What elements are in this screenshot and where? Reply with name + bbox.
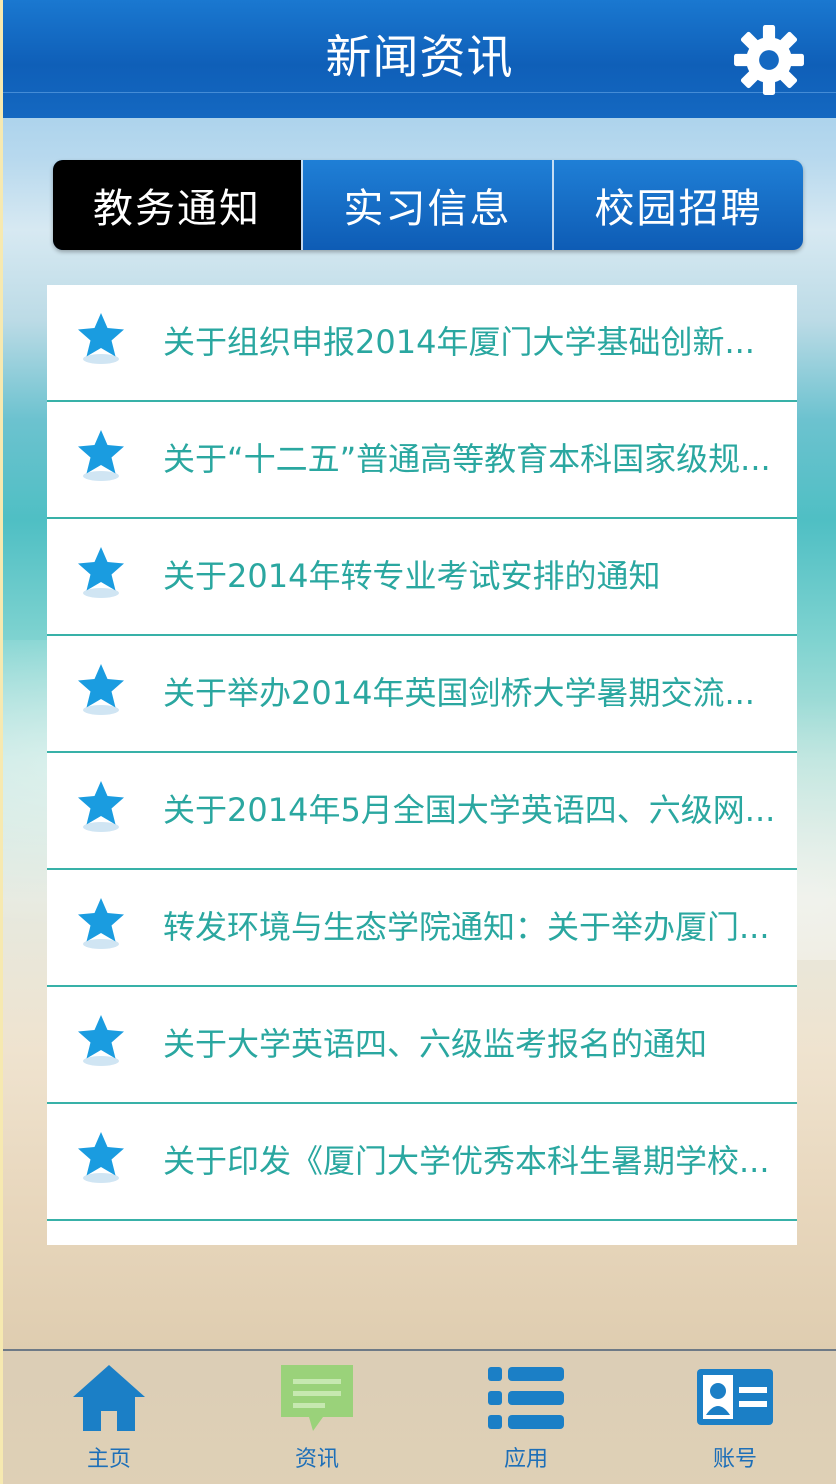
page-title: 新闻资讯: [325, 30, 514, 84]
news-title: 关于组织申报2014年厦门大学基础创新...: [163, 323, 755, 361]
star-icon: [73, 777, 129, 833]
tab-internship-info[interactable]: 实习信息: [301, 160, 552, 250]
news-title: 关于“十二五”普通高等教育本科国家级规...: [163, 440, 771, 478]
news-list-item[interactable]: 关于“十二五”普通高等教育本科国家级规...: [47, 402, 797, 519]
app-screen: 新闻资讯 教务通知 实习信息 校园招聘 关于组织申报2014年厦门大学基础创新.…: [3, 0, 836, 1484]
nav-home[interactable]: 主页: [29, 1351, 189, 1484]
home-icon: [73, 1365, 145, 1431]
nav-apps[interactable]: 应用: [446, 1351, 606, 1484]
news-list-item[interactable]: 关于2014年5月全国大学英语四、六级网...: [47, 753, 797, 870]
star-icon: [73, 660, 129, 716]
nav-apps-label: 应用: [503, 1447, 548, 1472]
star-icon: [73, 1128, 129, 1184]
nav-account[interactable]: 账号: [655, 1351, 815, 1484]
news-list-item[interactable]: 关于2014年转专业考试安排的通知: [47, 519, 797, 636]
star-icon: [73, 543, 129, 599]
star-icon: [73, 894, 129, 950]
nav-news[interactable]: 资讯: [237, 1351, 397, 1484]
news-list-item[interactable]: 关于印发《厦门大学优秀本科生暑期学校...: [47, 1104, 797, 1221]
star-icon: [73, 426, 129, 482]
tab-academic-notice[interactable]: 教务通知: [53, 160, 301, 250]
news-title: 关于举办2014年英国剑桥大学暑期交流...: [163, 674, 755, 712]
tab-campus-recruitment[interactable]: 校园招聘: [552, 160, 803, 250]
list-icon: [488, 1367, 564, 1429]
news-title: 关于2014年转专业考试安排的通知: [163, 557, 661, 595]
news-list: 关于组织申报2014年厦门大学基础创新... 关于“十二五”普通高等教育本科国家级…: [47, 285, 797, 1245]
news-list-item-partial[interactable]: [47, 1221, 797, 1245]
news-title: 关于大学英语四、六级监考报名的通知: [163, 1025, 708, 1063]
star-icon: [73, 1011, 129, 1067]
gear-icon[interactable]: [731, 22, 807, 98]
star-icon: [73, 309, 129, 365]
news-list-item[interactable]: 关于举办2014年英国剑桥大学暑期交流...: [47, 636, 797, 753]
header-bar: 新闻资讯: [3, 0, 836, 118]
news-title: 关于印发《厦门大学优秀本科生暑期学校...: [163, 1142, 770, 1180]
tab-bar: 教务通知 实习信息 校园招聘: [53, 160, 803, 250]
news-title: 转发环境与生态学院通知：关于举办厦门...: [163, 908, 770, 946]
news-title: 关于2014年5月全国大学英语四、六级网...: [163, 791, 776, 829]
nav-news-label: 资讯: [294, 1447, 339, 1472]
news-list-item[interactable]: 转发环境与生态学院通知：关于举办厦门...: [47, 870, 797, 987]
nav-home-label: 主页: [86, 1447, 131, 1472]
news-list-item[interactable]: 关于大学英语四、六级监考报名的通知: [47, 987, 797, 1104]
bottom-nav: 主页 资讯 应用 账号: [3, 1349, 836, 1484]
news-icon: [281, 1365, 353, 1431]
account-card-icon: [697, 1369, 773, 1425]
nav-account-label: 账号: [712, 1447, 757, 1472]
news-list-item[interactable]: 关于组织申报2014年厦门大学基础创新...: [47, 285, 797, 402]
